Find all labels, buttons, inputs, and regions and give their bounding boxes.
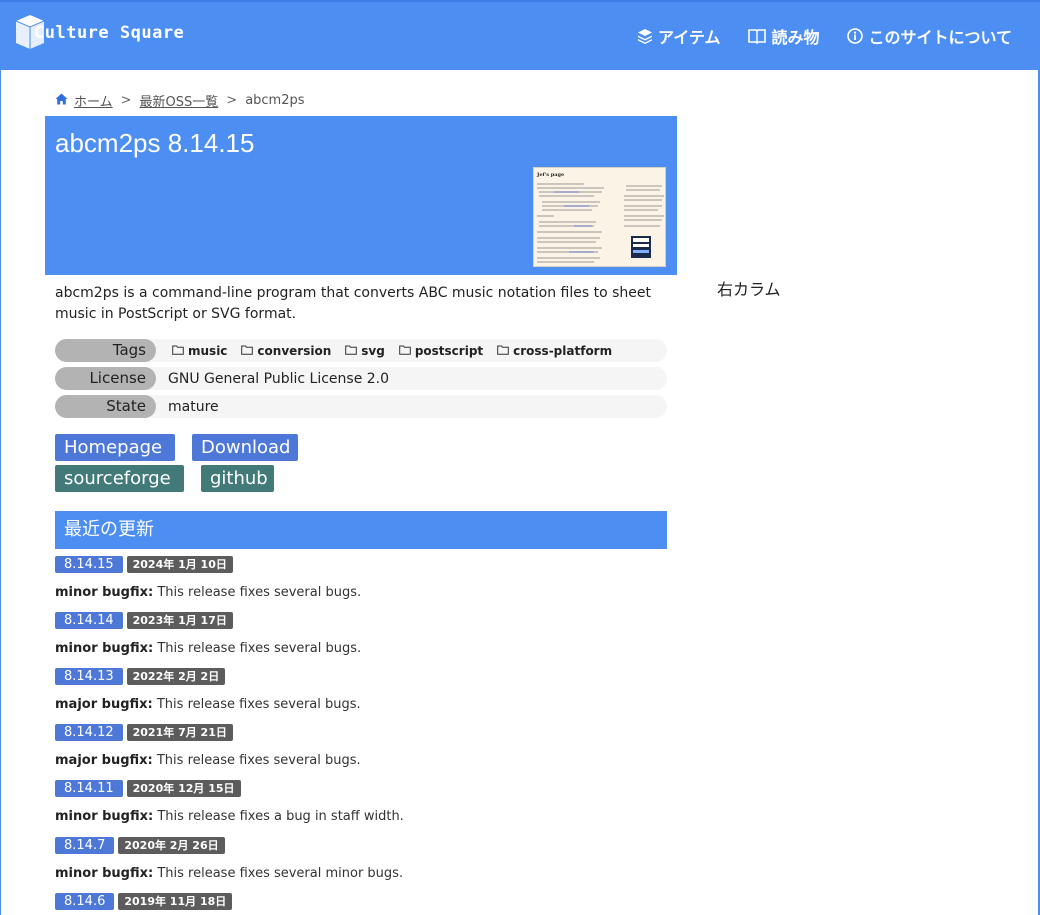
logo-text: Culture Square — [34, 23, 185, 43]
book-icon — [748, 28, 767, 44]
release-type: minor bugfix: — [55, 641, 154, 656]
release-note: minor bugfix: This release fixes a bug i… — [55, 809, 404, 824]
release-note: minor bugfix: This release fixes several… — [55, 641, 361, 656]
nav-item-label: 読み物 — [771, 28, 820, 47]
tag-list: music conversion svg postscript cross-pl… — [172, 344, 612, 358]
version-badge[interactable]: 8.14.14 — [55, 612, 123, 629]
release-type: major bugfix: — [55, 697, 153, 712]
page-title: abcm2ps 8.14.15 — [55, 128, 255, 158]
project-screenshot-thumbnail: Jef's page — [533, 167, 666, 267]
tag-label: postscript — [414, 343, 484, 358]
site-header: Culture Square アイテム 読み物 このサイトについて — [0, 0, 1040, 70]
right-column-placeholder: 右カラム — [717, 280, 781, 299]
project-summary: abcm2ps is a command-line program that c… — [55, 285, 651, 322]
release-type: major bugfix: — [55, 753, 153, 768]
folder-icon — [497, 344, 509, 358]
state-label: State — [55, 395, 156, 418]
version-badge[interactable]: 8.14.6 — [55, 893, 115, 910]
tags-row: Tags music conversion svg postscript cro… — [55, 339, 667, 362]
tag-label: cross-platform — [513, 343, 613, 358]
date-badge: 2021年 7月 21日 — [126, 724, 233, 741]
cube-logo-icon — [12, 13, 48, 51]
layers-icon — [637, 28, 653, 44]
info-icon — [847, 28, 864, 44]
home-icon — [55, 93, 68, 109]
folder-icon — [399, 344, 411, 358]
version-badge[interactable]: 8.14.12 — [55, 724, 123, 741]
date-badge: 2022年 2月 2日 — [126, 668, 226, 685]
folder-icon — [345, 344, 358, 358]
state-row: State mature — [55, 395, 667, 418]
thumb-heading: Jef's page — [536, 172, 564, 178]
license-label: License — [55, 367, 156, 390]
tag-label: conversion — [257, 343, 332, 358]
release-header: 8.14.11 2020年 12月 15日 — [55, 780, 241, 797]
release-header: 8.14.7 2020年 2月 26日 — [55, 837, 225, 854]
license-value: GNU General Public License 2.0 — [168, 370, 390, 387]
release-text: This release fixes several bugs. — [152, 753, 361, 768]
breadcrumb-separator: > — [226, 93, 238, 108]
state-value: mature — [168, 398, 219, 415]
date-badge: 2020年 2月 26日 — [118, 837, 225, 854]
release-note: major bugfix: This release fixes several… — [55, 753, 361, 768]
folder-icon — [241, 344, 254, 358]
homepage-button[interactable]: Homepage — [55, 434, 175, 461]
license-row: License GNU General Public License 2.0 — [55, 367, 667, 390]
github-button[interactable]: github — [201, 465, 274, 492]
release-text: This release fixes several bugs. — [152, 697, 361, 712]
release-note: minor bugfix: This release fixes several… — [55, 866, 403, 881]
tag-music[interactable]: music — [172, 344, 227, 358]
breadcrumb-separator: > — [120, 93, 132, 108]
nav-item-reading[interactable]: 読み物 — [748, 24, 819, 48]
breadcrumb: ホーム > 最新OSS一覧 > abcm2ps — [55, 91, 305, 110]
release-header: 8.14.13 2022年 2月 2日 — [55, 668, 226, 685]
version-badge[interactable]: 8.14.7 — [55, 837, 115, 854]
frame-border-left — [0, 70, 1, 915]
release-text: This release fixes several minor bugs. — [153, 866, 404, 881]
release-note: major bugfix: This release fixes several… — [55, 697, 361, 712]
recent-updates-heading: 最近の更新 — [55, 511, 667, 549]
tag-label: svg — [361, 343, 385, 358]
tag-conversion[interactable]: conversion — [241, 344, 331, 358]
release-text: This release fixes several bugs. — [153, 585, 362, 600]
download-button[interactable]: Download — [192, 434, 298, 461]
date-badge: 2024年 1月 10日 — [126, 556, 233, 573]
site-logo[interactable]: Culture Square — [12, 12, 184, 52]
tag-postscript[interactable]: postscript — [399, 344, 483, 358]
hero-banner: abcm2ps 8.14.15 Jef's page — [45, 116, 677, 275]
version-badge[interactable]: 8.14.13 — [55, 668, 123, 685]
main-nav: アイテム 読み物 このサイトについて — [637, 24, 1012, 48]
release-header: 8.14.15 2024年 1月 10日 — [55, 556, 233, 573]
date-badge: 2023年 1月 17日 — [126, 612, 233, 629]
release-text: This release fixes a bug in staff width. — [153, 809, 404, 824]
release-header: 8.14.6 2019年 11月 18日 — [55, 893, 233, 910]
release-header: 8.14.12 2021年 7月 21日 — [55, 724, 233, 741]
release-text: This release fixes several bugs. — [153, 641, 362, 656]
sourceforge-button[interactable]: sourceforge — [55, 465, 184, 492]
version-badge[interactable]: 8.14.15 — [55, 556, 123, 573]
nav-item-label: このサイトについて — [868, 28, 1012, 47]
tag-cross-platform[interactable]: cross-platform — [497, 344, 612, 358]
tag-svg[interactable]: svg — [345, 344, 385, 358]
version-badge[interactable]: 8.14.11 — [55, 780, 123, 797]
date-badge: 2019年 11月 18日 — [118, 893, 233, 910]
tags-label: Tags — [55, 339, 156, 362]
release-type: minor bugfix: — [55, 585, 154, 600]
breadcrumb-current: abcm2ps — [245, 93, 305, 108]
nav-item-items[interactable]: アイテム — [637, 24, 720, 48]
tag-label: music — [188, 343, 228, 358]
folder-icon — [172, 344, 184, 358]
date-badge: 2020年 12月 15日 — [126, 780, 241, 797]
release-type: minor bugfix: — [55, 809, 154, 824]
release-note: minor bugfix: This release fixes several… — [55, 585, 361, 600]
nav-item-about[interactable]: このサイトについて — [847, 24, 1012, 48]
breadcrumb-list-link[interactable]: 最新OSS一覧 — [140, 91, 219, 110]
release-header: 8.14.14 2023年 1月 17日 — [55, 612, 233, 629]
release-type: minor bugfix: — [55, 866, 154, 881]
nav-item-label: アイテム — [658, 28, 721, 47]
breadcrumb-home-link[interactable]: ホーム — [74, 91, 113, 110]
